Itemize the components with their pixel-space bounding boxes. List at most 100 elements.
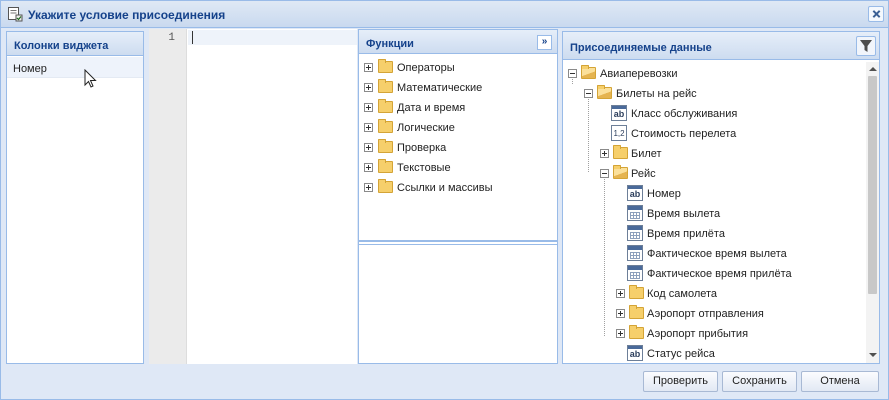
function-group-label: Логические <box>397 122 455 134</box>
tree-field-actual-departure[interactable]: Фактическое время вылета <box>563 244 863 264</box>
expand-plus-icon[interactable] <box>616 329 625 338</box>
function-group-label: Операторы <box>397 62 455 74</box>
folder-icon <box>378 119 393 133</box>
folder-icon <box>378 179 393 193</box>
folder-icon <box>378 59 393 73</box>
tree-node-departure-airport[interactable]: Аэропорт отправления <box>563 304 863 324</box>
save-button[interactable]: Сохранить <box>722 371 797 392</box>
expand-plus-icon[interactable] <box>364 163 373 172</box>
cancel-button[interactable]: Отмена <box>801 371 879 392</box>
folder-icon <box>378 99 393 113</box>
tree-node-ticket[interactable]: Билет <box>563 144 863 164</box>
tree-field-number[interactable]: ab Номер <box>563 184 863 204</box>
widget-columns-empty-area <box>7 78 143 363</box>
check-button[interactable]: Проверить <box>643 371 718 392</box>
tree-field-flight-status[interactable]: ab Статус рейса <box>563 344 863 363</box>
joined-data-panel: Присоединяемые данные Авиаперевозки Биле… <box>562 31 880 364</box>
expand-plus-icon[interactable] <box>616 309 625 318</box>
folder-icon <box>629 305 644 319</box>
active-line[interactable] <box>188 30 357 45</box>
function-group-label: Математические <box>397 82 483 94</box>
expand-plus-icon[interactable] <box>364 183 373 192</box>
folder-icon <box>629 325 644 339</box>
close-icon[interactable] <box>868 6 884 22</box>
widget-column-item[interactable]: Номер <box>7 57 143 78</box>
tree-field-arrival-time[interactable]: Время прилёта <box>563 224 863 244</box>
widget-columns-header: Колонки виджета <box>7 32 143 56</box>
joined-data-tree: Авиаперевозки Билеты на рейс ab Класс об… <box>563 62 865 363</box>
tree-node-arrival-airport[interactable]: Аэропорт прибытия <box>563 324 863 344</box>
join-condition-dialog: Укажите условие присоединения Колонки ви… <box>0 0 889 400</box>
joined-data-title: Присоединяемые данные <box>570 42 712 54</box>
functions-title: Функции <box>366 38 414 50</box>
collapse-minus-icon[interactable] <box>584 89 593 98</box>
dialog-titlebar[interactable]: Укажите условие присоединения <box>1 1 888 28</box>
tree-node-label: Время вылета <box>647 208 721 220</box>
tree-field-departure-time[interactable]: Время вылета <box>563 204 863 224</box>
mouse-pointer-icon <box>84 68 98 89</box>
number-field-icon: 1,2 <box>611 125 627 141</box>
tree-node-label: Фактическое время вылета <box>647 248 787 260</box>
expand-plus-icon[interactable] <box>364 83 373 92</box>
tree-node-airtransport[interactable]: Авиаперевозки <box>563 64 863 84</box>
tree-node-label: Билеты на рейс <box>616 88 697 100</box>
open-folder-icon <box>613 165 628 179</box>
folder-icon <box>378 159 393 173</box>
folder-icon <box>378 79 393 93</box>
tree-node-label: Статус рейса <box>647 348 715 360</box>
collapse-minus-icon[interactable] <box>600 169 609 178</box>
date-field-icon <box>627 245 643 261</box>
scroll-down-arrow-icon[interactable] <box>869 353 877 357</box>
functions-tree: Операторы Математические Дата и время Ло… <box>359 56 557 242</box>
text-field-icon: ab <box>611 105 627 121</box>
function-group-label: Дата и время <box>397 102 466 114</box>
tree-node-label: Фактическое время прилёта <box>647 268 792 280</box>
tree-node-label: Билет <box>631 148 662 160</box>
condition-editor[interactable]: 1 <box>149 29 357 364</box>
tree-node-label: Стоимость перелета <box>631 128 737 140</box>
scroll-up-arrow-icon[interactable] <box>869 67 877 71</box>
expand-plus-icon[interactable] <box>364 103 373 112</box>
folder-icon <box>613 145 628 159</box>
tree-node-flight-tickets[interactable]: Билеты на рейс <box>563 84 863 104</box>
collapse-minus-icon[interactable] <box>568 69 577 78</box>
tree-node-label: Аэропорт отправления <box>647 308 764 320</box>
functions-header: Функции <box>359 30 557 54</box>
tree-node-label: Время прилёта <box>647 228 725 240</box>
folder-icon <box>378 139 393 153</box>
open-folder-icon <box>597 85 612 99</box>
date-field-icon <box>627 225 643 241</box>
date-field-icon <box>627 265 643 281</box>
edit-condition-icon <box>7 6 23 22</box>
function-group-label: Ссылки и массивы <box>397 182 493 194</box>
text-field-icon: ab <box>627 185 643 201</box>
expand-plus-icon[interactable] <box>364 63 373 72</box>
line-number: 1 <box>168 32 175 44</box>
tree-field-service-class[interactable]: ab Класс обслуживания <box>563 104 863 124</box>
tree-node-flight[interactable]: Рейс <box>563 164 863 184</box>
function-group-label: Текстовые <box>397 162 451 174</box>
function-description-area <box>359 244 557 363</box>
filter-icon[interactable] <box>856 36 876 56</box>
widget-columns-panel: Колонки виджета Номер <box>6 31 144 364</box>
tree-scrollbar[interactable] <box>866 62 879 363</box>
tree-field-actual-arrival[interactable]: Фактическое время прилёта <box>563 264 863 284</box>
tree-node-label: Класс обслуживания <box>631 108 738 120</box>
open-folder-icon <box>581 65 596 79</box>
line-number-gutter: 1 <box>149 29 187 364</box>
tree-field-flight-cost[interactable]: 1,2 Стоимость перелета <box>563 124 863 144</box>
expand-plus-icon[interactable] <box>364 143 373 152</box>
text-cursor <box>192 31 193 44</box>
scroll-thumb[interactable] <box>868 76 877 294</box>
double-chevron-right-icon[interactable]: » <box>537 35 552 50</box>
widget-column-label: Номер <box>13 63 47 75</box>
folder-icon <box>629 285 644 299</box>
tree-node-label: Номер <box>647 188 681 200</box>
joined-data-header: Присоединяемые данные <box>563 32 879 60</box>
tree-node-label: Авиаперевозки <box>600 68 678 80</box>
dialog-title: Укажите условие присоединения <box>28 8 226 22</box>
expand-plus-icon[interactable] <box>364 123 373 132</box>
tree-node-aircraft-code[interactable]: Код самолета <box>563 284 863 304</box>
expand-plus-icon[interactable] <box>600 149 609 158</box>
expand-plus-icon[interactable] <box>616 289 625 298</box>
